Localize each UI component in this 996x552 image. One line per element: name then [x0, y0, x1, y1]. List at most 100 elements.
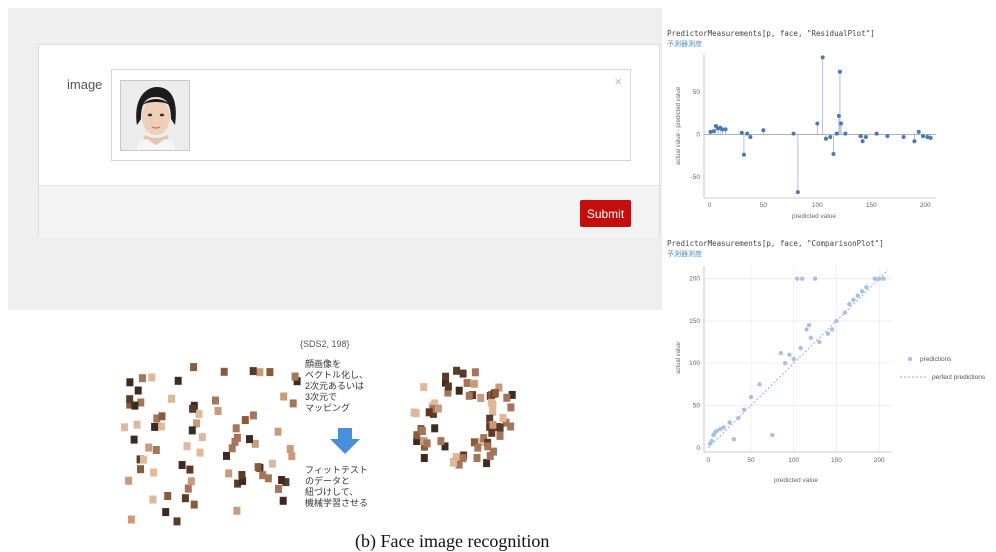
face-thumbnail-dot	[289, 399, 297, 408]
comparison-point	[800, 276, 805, 281]
comparison-x-tick: 200	[874, 457, 885, 464]
face-thumbnail-dot	[465, 391, 473, 400]
face-thumbnail-dot	[184, 484, 192, 493]
comparison-y-tick: 50	[693, 403, 701, 410]
submit-button[interactable]: Submit	[580, 200, 631, 227]
face-thumbnail-dot	[241, 416, 249, 425]
face-thumbnail-dot	[410, 408, 418, 417]
residual-point	[828, 135, 833, 140]
face-thumbnail-dot	[158, 412, 166, 421]
face-thumbnail-dot	[503, 393, 511, 402]
face-thumbnail-dot	[164, 492, 172, 500]
face-thumbnail-dot	[280, 392, 288, 401]
face-thumbnail-dot	[474, 443, 482, 452]
perfect-prediction-line	[707, 269, 889, 449]
face-thumbnail-dot	[149, 495, 157, 504]
face-thumbnail-dot	[145, 443, 153, 452]
comparison-point	[829, 327, 835, 332]
face-thumbnail-dot	[233, 433, 241, 442]
face-thumbnail	[120, 80, 190, 151]
residual-y-tick: 50	[693, 89, 701, 96]
face-thumbnail-dot	[150, 468, 158, 477]
comparison-y-tick: 100	[689, 360, 700, 367]
face-thumbnail-dot	[178, 461, 186, 469]
face-thumbnail-dot	[431, 424, 439, 433]
face-thumbnail-dot	[455, 386, 463, 395]
comparison-point	[859, 289, 865, 294]
face-thumbnail-dot	[473, 454, 481, 462]
comparison-point	[864, 284, 869, 290]
face-thumbnail-dot	[233, 506, 241, 515]
residual-y-tick: -50	[691, 174, 701, 181]
residual-x-tick: 200	[920, 202, 931, 209]
face-thumbnail-dot	[130, 435, 138, 444]
residual-point	[916, 129, 921, 134]
face-thumbnail-dot	[463, 379, 471, 387]
face-thumbnail-dot	[181, 494, 189, 503]
face-thumbnail-dot	[151, 422, 159, 431]
comparison-x-label: predicted value	[774, 477, 818, 484]
face-thumbnail-dot	[196, 448, 204, 457]
figure-header: {SDS2, 198}	[300, 339, 350, 349]
comparison-points	[707, 276, 886, 446]
face-thumbnail-dot	[249, 367, 257, 376]
face-thumbnail-dot	[437, 437, 445, 446]
face-thumbnail-dot	[137, 465, 144, 474]
residual-point	[837, 69, 842, 74]
residual-x-tick: 100	[812, 202, 823, 209]
comparison-x-tick: 50	[747, 457, 755, 464]
comparison-point	[825, 331, 831, 336]
face-thumbnail-dot	[499, 413, 507, 422]
face-thumbnail-dot	[423, 439, 431, 448]
face-thumbnail-dot	[483, 459, 491, 468]
face-thumbnail-dot	[471, 368, 479, 377]
comparison-point	[817, 339, 822, 345]
comparison-point	[727, 420, 732, 425]
residual-point	[739, 130, 744, 135]
comparison-x-tick: 150	[831, 457, 842, 464]
comparison-point	[812, 276, 818, 281]
image-drop-zone[interactable]: ×	[111, 69, 631, 161]
face-thumbnail-dot	[420, 383, 428, 392]
face-thumbnail-dot	[133, 420, 141, 429]
face-thumbnail-dot	[470, 379, 478, 388]
residual-point	[928, 135, 933, 140]
face-thumbnail-dot	[496, 431, 504, 440]
face-thumbnail-dot	[489, 420, 497, 429]
face-thumbnail-dot	[442, 372, 450, 381]
face-thumbnail-dot	[444, 382, 452, 391]
comparison-x-tick: 100	[788, 457, 799, 464]
face-thumbnail-dot	[288, 452, 296, 461]
comparison-point	[791, 356, 796, 362]
comparison-point	[757, 382, 762, 387]
residual-plot: 0 50 100 150 200 50 0 -50 actual value - predic…	[676, 54, 936, 220]
comparison-point	[847, 301, 852, 307]
comparison-y-tick: 150	[689, 318, 700, 325]
comparison-y-tick: 0	[696, 445, 700, 452]
face-thumbnail-dot	[152, 446, 160, 454]
face-thumbnail-dot	[228, 444, 236, 453]
comparison-plot: 0 50 100 150 200 200 150 100 50 0 actual value pr…	[676, 266, 986, 484]
comparison-ticks: 0 50 100 150 200 200 150 100 50 0	[689, 276, 885, 464]
form-footer: Submit	[39, 185, 659, 238]
residual-point	[815, 121, 820, 126]
face-thumbnail-dot	[496, 423, 504, 432]
comparison-point	[731, 437, 737, 442]
face-thumbnail-dot	[238, 471, 246, 479]
face-thumbnail-dot	[459, 454, 467, 463]
residual-point	[723, 127, 728, 132]
residual-point	[860, 139, 865, 144]
face-thumbnail-dot	[489, 407, 497, 416]
face-thumbnail-dot	[189, 404, 197, 413]
image-field-label: image	[67, 77, 103, 92]
face-thumbnail-dot	[183, 442, 191, 451]
figure-text-mapping: 顔画像を ベクトル化し、 2次元あるいは 3次元で マッピング	[305, 359, 369, 413]
face-scatter-3d	[410, 366, 516, 469]
face-scatter-2d	[121, 363, 301, 526]
comparison-point	[806, 322, 812, 328]
residual-point	[901, 135, 906, 140]
remove-image-icon[interactable]: ×	[614, 74, 622, 89]
face-thumbnail-dot	[190, 500, 198, 509]
face-thumbnail-dot	[278, 476, 286, 484]
residual-point	[912, 139, 917, 144]
